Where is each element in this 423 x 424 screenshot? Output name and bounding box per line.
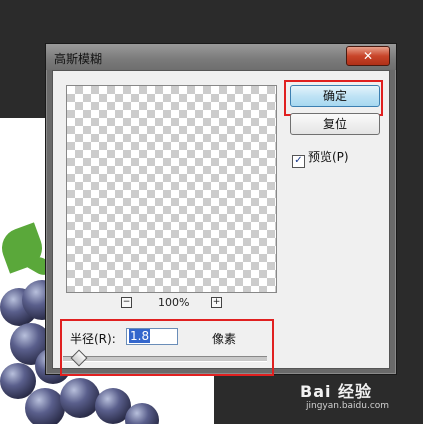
close-icon: ✕ bbox=[362, 49, 374, 63]
preview-label: 预览(P) bbox=[308, 150, 349, 164]
ok-button-highlight bbox=[284, 80, 383, 116]
watermark-url: jingyan.baidu.com bbox=[306, 401, 390, 411]
minus-icon: − bbox=[122, 297, 131, 307]
zoom-in-button[interactable]: + bbox=[211, 297, 222, 308]
gaussian-blur-dialog: 高斯模糊 ✕ − 100% + 确定 复位 ✓ 预览(P) 半径(R): 1.8 … bbox=[45, 43, 397, 376]
dialog-title: 高斯模糊 bbox=[54, 52, 103, 66]
grape bbox=[60, 378, 100, 418]
grape bbox=[125, 403, 159, 424]
close-button[interactable]: ✕ bbox=[346, 46, 390, 66]
watermark-logo: Bai 经验 bbox=[300, 382, 373, 401]
dialog-client-area: − 100% + 确定 复位 ✓ 预览(P) 半径(R): 1.8 像素 bbox=[52, 70, 390, 376]
grape bbox=[25, 388, 65, 424]
preview-checkbox[interactable]: ✓ bbox=[292, 155, 305, 168]
dialog-title-bar[interactable]: 高斯模糊 ✕ bbox=[46, 44, 396, 70]
zoom-controls: − 100% + bbox=[66, 296, 275, 310]
preview-checkbox-row[interactable]: ✓ 预览(P) bbox=[292, 148, 349, 168]
zoom-out-button[interactable]: − bbox=[121, 297, 132, 308]
reset-button[interactable]: 复位 bbox=[290, 113, 380, 135]
preview-area[interactable] bbox=[66, 85, 277, 293]
plus-icon: + bbox=[212, 297, 221, 307]
zoom-level: 100% bbox=[158, 296, 190, 309]
radius-highlight bbox=[60, 319, 274, 376]
check-icon: ✓ bbox=[294, 155, 303, 166]
